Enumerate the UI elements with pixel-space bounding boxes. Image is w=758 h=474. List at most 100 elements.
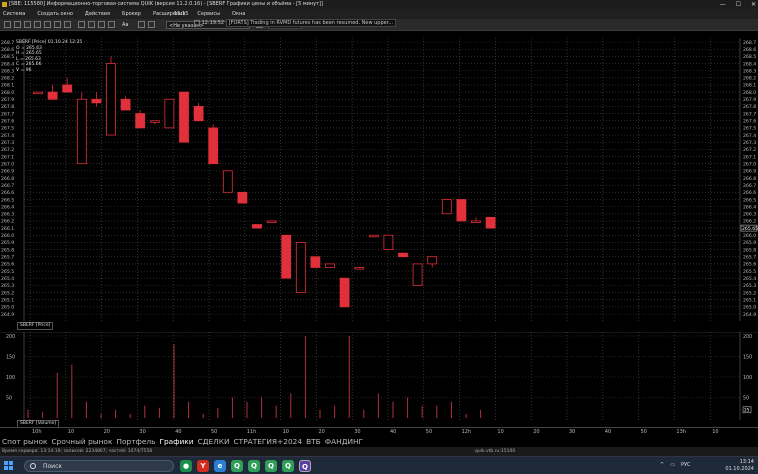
tray-clock[interactable]: 13:14 01.10.2024 <box>725 459 754 473</box>
candle <box>33 91 43 95</box>
message-strip: 12:19:52 [FORTS] Trading in RVMD futures… <box>194 19 397 28</box>
candle <box>252 224 262 229</box>
candle-body-down <box>252 224 262 229</box>
table-icon[interactable] <box>24 21 31 28</box>
maximize-button[interactable]: ☐ <box>736 0 741 9</box>
minimize-button[interactable]: — <box>720 0 726 9</box>
taskbar-search[interactable]: Поиск <box>24 460 174 472</box>
price-tick-left: 266.9 <box>1 169 14 175</box>
quik-active-icon[interactable]: Q <box>299 460 311 472</box>
chart-icon[interactable] <box>14 21 21 28</box>
price-tick-right: 266.6 <box>743 190 756 196</box>
yandex-browser-icon[interactable]: Y <box>197 460 209 472</box>
volume-tick-left: 200 <box>6 334 15 340</box>
price-tick-left: 267.5 <box>1 126 14 132</box>
price-tick-left: 265.6 <box>1 262 14 268</box>
volume-tick-left: 150 <box>6 354 15 360</box>
price-chart[interactable]: 268.7 268.7268.6 268.6268.5 268.5268.4 268.4… <box>0 38 758 321</box>
candle <box>441 199 452 215</box>
price-tick-left: 264.9 <box>1 312 14 318</box>
candle-body-down <box>237 191 248 204</box>
quik-app-icon-2[interactable]: Q <box>248 460 260 472</box>
tab-vtb[interactable]: ВТБ <box>306 436 321 447</box>
tray-chevron-icon[interactable]: ^ <box>660 462 664 468</box>
menu-broker[interactable]: Брокер <box>122 9 141 19</box>
candle <box>295 242 306 293</box>
price-panel-label[interactable]: SBERF [Price] <box>17 322 54 330</box>
volume-chart[interactable]: 200 200 150 150 100 100 50 50 25 <box>0 332 758 420</box>
price-tick-right: 267.2 <box>743 147 756 153</box>
price-tick-right: 267.5 <box>743 126 756 132</box>
order-icon[interactable] <box>34 21 41 28</box>
price-tick-right: 265.7 <box>743 255 756 261</box>
menu-create-window[interactable]: Создать окно <box>37 9 73 19</box>
line-tool-icon[interactable] <box>88 21 95 28</box>
price-tick-right: 267.8 <box>743 104 756 110</box>
deal-icon[interactable] <box>44 21 51 28</box>
menu-system[interactable]: Система <box>3 9 25 19</box>
price-tick-left: 268.5 <box>1 54 14 60</box>
candle <box>62 77 73 93</box>
portfolio-icon[interactable] <box>54 21 61 28</box>
tab-deals[interactable]: СДЕЛКИ <box>198 436 230 447</box>
time-axis-label: 10 <box>497 429 504 435</box>
menu-windows[interactable]: Окна <box>232 9 245 19</box>
candle <box>222 170 233 193</box>
volume-tick-right: 100 <box>743 375 752 381</box>
tray-date: 01.10.2024 <box>725 466 754 472</box>
price-tick-right: 264.9 <box>743 312 756 318</box>
arrow-tool-icon[interactable] <box>98 21 105 28</box>
eraser-icon[interactable] <box>148 21 155 28</box>
close-button[interactable]: ✕ <box>751 0 756 9</box>
time-axis-label: 50 <box>425 429 433 435</box>
tab-charts[interactable]: Графики <box>159 436 193 447</box>
font-sample[interactable]: Aa <box>122 21 128 29</box>
tab-strategy[interactable]: СТРАТЕГИЯ+2024 <box>234 436 303 447</box>
candle <box>135 110 146 129</box>
legend-title: SBERF [Price] 01.10.24 12:25 <box>16 40 83 45</box>
candle <box>120 95 131 111</box>
candle-body-up <box>222 170 233 193</box>
message-text[interactable]: [FORTS] Trading in RVMD futures has been… <box>225 19 397 27</box>
candle-body-down <box>398 252 408 258</box>
text-tool-icon[interactable] <box>108 21 115 28</box>
volume-tick-right: 150 <box>743 354 752 360</box>
quik-app-icon-4[interactable]: Q <box>282 460 294 472</box>
tab-futures-market[interactable]: Срочный рынок <box>52 436 113 447</box>
tray-language[interactable]: РУС <box>681 462 691 468</box>
edge-icon[interactable]: e <box>214 460 226 472</box>
time-axis-label: 10 <box>282 429 289 435</box>
price-tick-right: 266.8 <box>743 176 756 182</box>
whatsapp-icon[interactable]: ● <box>180 460 192 472</box>
price-tick-right: 267.3 <box>743 140 756 146</box>
price-tick-right: 267.6 <box>743 119 756 125</box>
quik-app-icon-1[interactable]: Q <box>231 460 243 472</box>
menu-bar: Система Создать окно Действия Брокер Рас… <box>0 9 758 19</box>
time-axis-label: 40 <box>604 429 612 435</box>
price-tick-left: 266.6 <box>1 190 14 196</box>
menu-actions[interactable]: Действия <box>85 9 110 19</box>
status-server-info: Время сервера: 13:14:19; записей: 223486… <box>2 449 153 454</box>
tray-network-icon[interactable]: ▭ <box>670 462 675 468</box>
candle <box>383 234 394 250</box>
candle-body-down <box>339 277 350 308</box>
tab-funding[interactable]: ФАНДИНГ <box>325 436 363 447</box>
price-tick-left: 268.1 <box>1 83 14 89</box>
tab-spot-market[interactable]: Спот рынок <box>2 436 48 447</box>
candle <box>281 234 292 279</box>
color-icon[interactable] <box>138 21 145 28</box>
start-button[interactable] <box>4 461 14 471</box>
tab-portfolio[interactable]: Портфель <box>116 436 155 447</box>
candle <box>339 277 350 308</box>
price-tick-left: 268.7 <box>1 40 14 46</box>
settings-icon[interactable] <box>64 21 71 28</box>
menu-services[interactable]: Сервисы <box>197 9 220 19</box>
cursor-icon[interactable] <box>78 21 85 28</box>
taskbar: Поиск ● Y e Q Q Q Q Q ^ ▭ РУС 13:14 01.1… <box>0 456 758 474</box>
price-tick-left: 268.2 <box>1 76 14 82</box>
grid-icon[interactable] <box>4 21 11 28</box>
price-tick-right: 266.3 <box>743 212 756 218</box>
quik-app-icon-3[interactable]: Q <box>265 460 277 472</box>
time-axis-label: 10 <box>712 429 719 435</box>
price-tick-left: 266.5 <box>1 197 14 203</box>
